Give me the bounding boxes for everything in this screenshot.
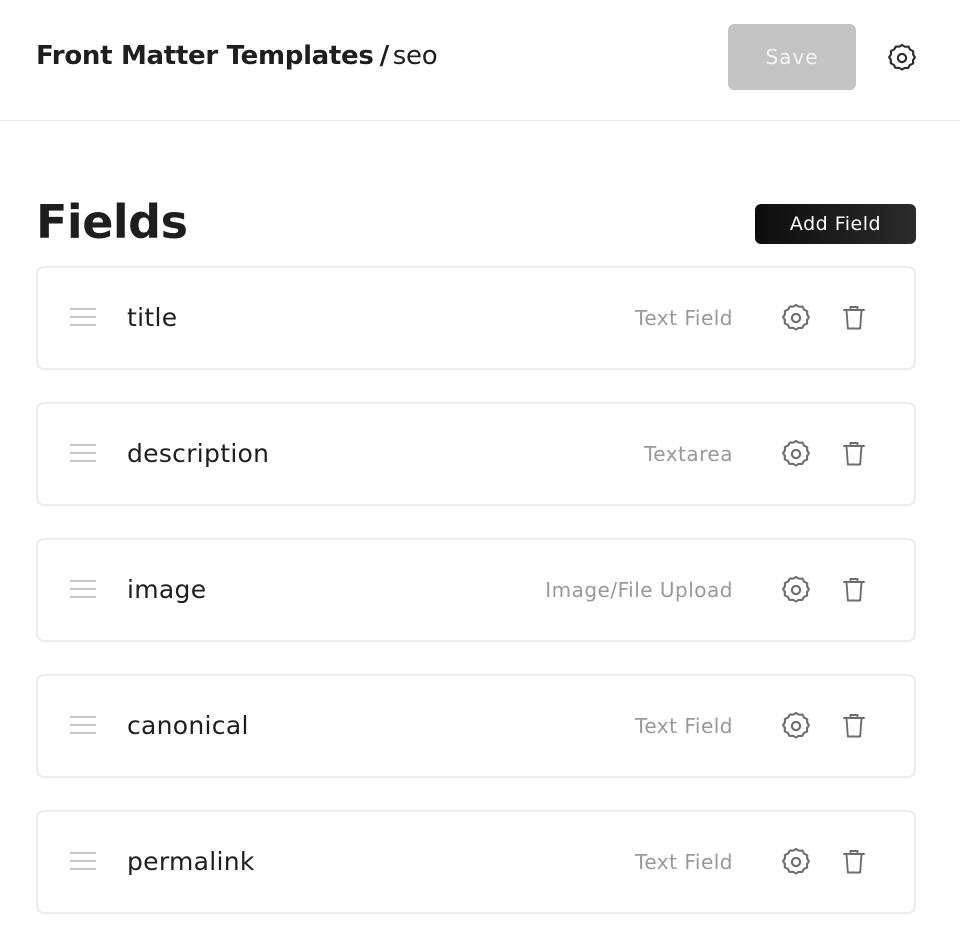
gear-icon	[782, 711, 810, 739]
drag-handle-icon	[70, 308, 96, 326]
page-title: Fields	[36, 195, 188, 249]
trash-icon	[843, 306, 865, 330]
breadcrumb-root[interactable]: Front Matter Templates	[36, 41, 374, 71]
field-name: permalink	[127, 847, 255, 876]
breadcrumb: Front Matter Templates / seo	[36, 38, 438, 74]
field-row-description: description Textarea	[36, 402, 916, 506]
gear-icon	[888, 43, 916, 71]
breadcrumb-current: seo	[392, 41, 438, 71]
breadcrumb-separator: /	[379, 41, 390, 71]
settings-button[interactable]	[884, 40, 920, 76]
trash-icon	[843, 714, 865, 738]
field-list: title Text Field description Textarea im…	[36, 266, 916, 946]
field-delete-button[interactable]	[838, 574, 870, 606]
field-type: Textarea	[643, 442, 733, 466]
field-row-image: image Image/File Upload	[36, 538, 916, 642]
drag-handle[interactable]	[70, 579, 96, 599]
trash-icon	[843, 442, 865, 466]
field-settings-button[interactable]	[780, 438, 812, 470]
drag-handle[interactable]	[70, 307, 96, 327]
drag-handle-icon	[70, 852, 96, 870]
drag-handle-icon	[70, 444, 96, 462]
field-row-permalink: permalink Text Field	[36, 810, 916, 914]
field-delete-button[interactable]	[838, 438, 870, 470]
drag-handle[interactable]	[70, 715, 96, 735]
top-header: Front Matter Templates / seo Save	[0, 0, 960, 121]
gear-icon	[782, 575, 810, 603]
field-delete-button[interactable]	[838, 302, 870, 334]
trash-icon	[843, 850, 865, 874]
field-delete-button[interactable]	[838, 710, 870, 742]
field-name: canonical	[127, 711, 249, 740]
field-type: Image/File Upload	[545, 578, 733, 602]
gear-icon	[782, 303, 810, 331]
drag-handle[interactable]	[70, 443, 96, 463]
gear-icon	[782, 439, 810, 467]
field-type: Text Field	[635, 850, 733, 874]
field-name: description	[127, 439, 270, 468]
gear-icon	[782, 847, 810, 875]
drag-handle-icon	[70, 716, 96, 734]
field-type: Text Field	[635, 306, 733, 330]
field-settings-button[interactable]	[780, 846, 812, 878]
field-row-title: title Text Field	[36, 266, 916, 370]
field-settings-button[interactable]	[780, 302, 812, 334]
trash-icon	[843, 578, 865, 602]
field-name: image	[127, 575, 207, 604]
drag-handle-icon	[70, 580, 96, 598]
field-name: title	[127, 303, 178, 332]
field-settings-button[interactable]	[780, 574, 812, 606]
field-delete-button[interactable]	[838, 846, 870, 878]
drag-handle[interactable]	[70, 851, 96, 871]
save-button[interactable]: Save	[728, 24, 856, 90]
field-type: Text Field	[635, 714, 733, 738]
field-row-canonical: canonical Text Field	[36, 674, 916, 778]
add-field-button[interactable]: Add Field	[755, 204, 916, 244]
field-settings-button[interactable]	[780, 710, 812, 742]
